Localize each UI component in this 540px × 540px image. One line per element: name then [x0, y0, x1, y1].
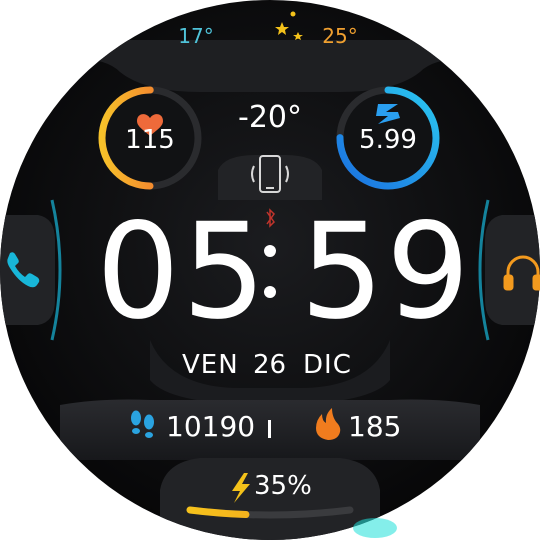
steps-value: 10190 — [166, 410, 256, 443]
right-side-pod — [485, 215, 540, 325]
date-month: DIC — [303, 350, 352, 380]
date-day: 26 — [253, 350, 287, 380]
date-day-name: VEN — [182, 350, 239, 380]
bottom-right-glow — [353, 518, 397, 538]
current-temp: -20° — [238, 100, 302, 135]
watermark-text: flixier — [438, 493, 516, 521]
status-pod — [218, 155, 322, 200]
heart-rate-value: 115 — [125, 125, 175, 155]
watermark-logo-icon — [420, 498, 434, 516]
time-hours: 05 — [96, 195, 268, 349]
stats-separator — [268, 420, 271, 438]
calories-value: 185 — [348, 410, 402, 443]
battery-value: 35% — [254, 471, 312, 501]
distance-value: 5.99 — [359, 125, 417, 155]
temp-high: 25° — [322, 24, 358, 48]
temp-low: 17° — [178, 24, 214, 48]
time-minutes: 59 — [300, 195, 472, 349]
left-side-pod — [0, 215, 55, 325]
